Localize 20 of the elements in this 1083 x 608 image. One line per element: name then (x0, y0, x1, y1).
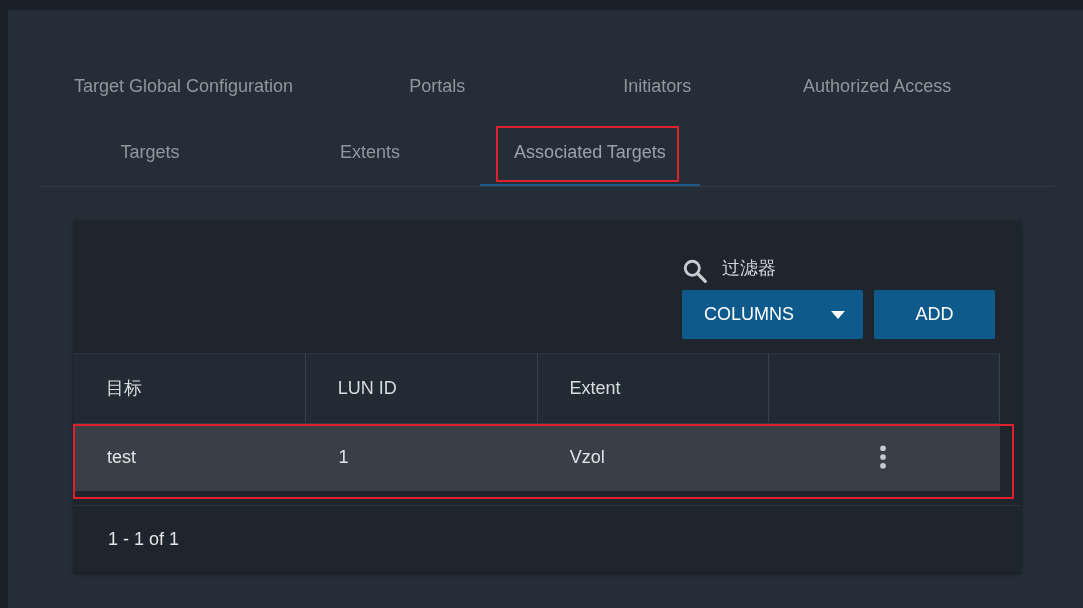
table-cell-text: test (106, 445, 137, 469)
table-cell-text: 1 (337, 445, 350, 469)
column-header: LUN ID (305, 354, 538, 422)
filter-field[interactable]: 过滤器 (720, 255, 924, 279)
more-icon[interactable] (879, 445, 887, 469)
tab[interactable]: Authorized Access (767, 54, 988, 120)
toolbar-button[interactable]: COLUMNS (682, 290, 863, 339)
search-icon (682, 258, 708, 284)
tab[interactable]: Portals (327, 54, 548, 120)
column-header: 目标 (74, 354, 306, 422)
caret-icon (831, 310, 845, 319)
toolbar-button[interactable]: ADD (874, 290, 995, 339)
tab[interactable]: Initiators (547, 54, 768, 120)
pagination-text: 1 - 1 of 1 (108, 528, 180, 550)
tab[interactable]: Extents (260, 120, 480, 186)
tab[interactable]: Targets (40, 120, 260, 186)
tab[interactable]: Associated Targets (480, 120, 700, 186)
column-header: Extent (537, 354, 770, 422)
table-cell-text: Vzol (568, 445, 606, 469)
tab[interactable]: Target Global Configuration (40, 54, 328, 120)
